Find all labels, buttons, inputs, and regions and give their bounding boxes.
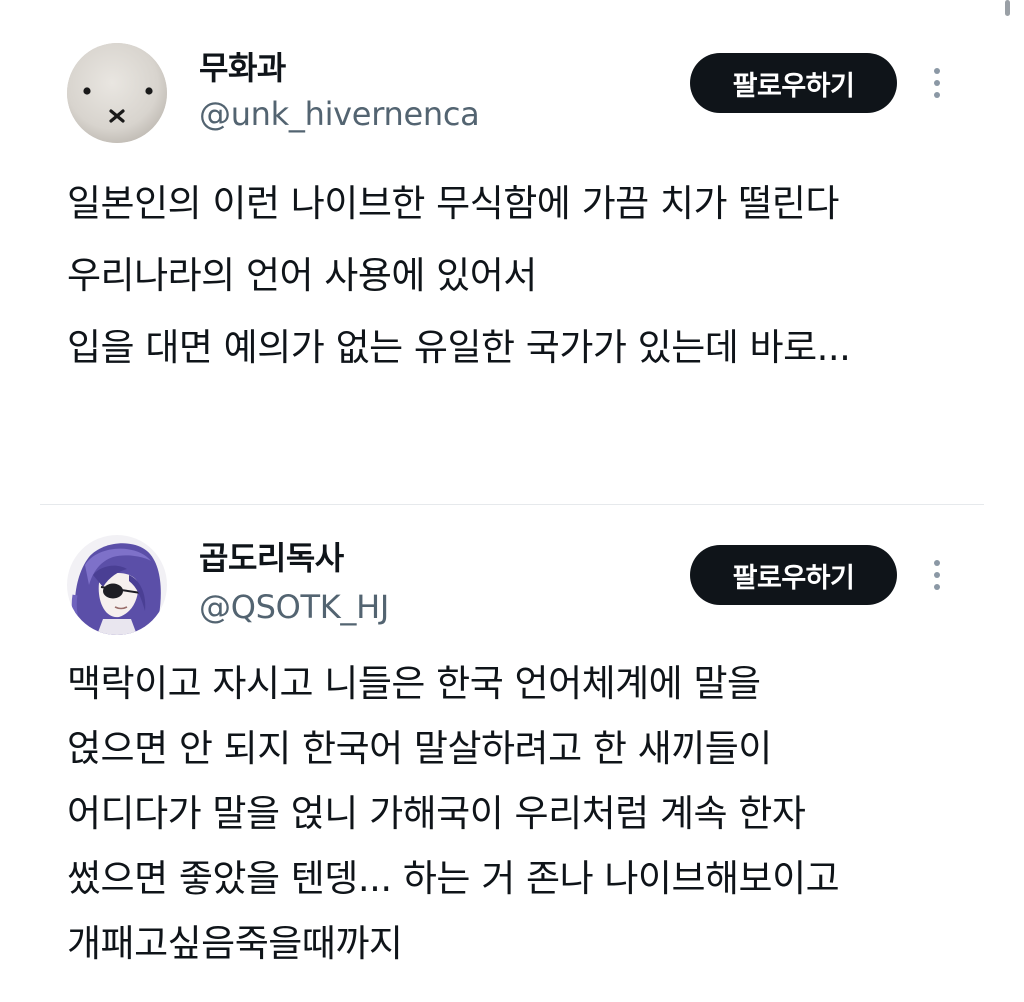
tweet-text-line: 어디다가 말을 얹니 가해국이 우리처럼 계속 한자 <box>67 792 806 835</box>
more-options-button[interactable] <box>922 553 952 597</box>
more-dots-icon <box>934 68 940 74</box>
display-name[interactable]: 곱도리독사 <box>199 538 344 578</box>
anime-character-avatar-icon <box>67 535 167 635</box>
more-options-button[interactable] <box>922 61 952 105</box>
more-dots-icon <box>934 560 940 566</box>
tweet-text: 일본인의 이런 나이브한 무식함에 가끔 치가 떨린다 우리나라의 언어 사용에… <box>67 168 967 384</box>
avatar[interactable] <box>67 535 167 635</box>
more-dots-icon <box>934 584 940 590</box>
more-dots-icon <box>934 80 940 86</box>
more-dots-icon <box>934 92 940 98</box>
tweet-text-line: 얹으면 안 되지 한국어 말살하려고 한 새끼들이 <box>67 727 772 770</box>
user-handle[interactable]: @QSOTK_HJ <box>199 587 389 627</box>
tweet-text-line: 입을 대면 예의가 없는 유일한 국가가 있는데 바로... <box>67 326 851 369</box>
tweet[interactable]: 무화과 @unk_hivernenca 팔로우하기 일본인의 이런 나이브한 무… <box>0 0 1024 505</box>
avatar[interactable] <box>67 43 167 143</box>
tweet-text-line: 맥락이고 자시고 니들은 한국 언어체계에 말을 <box>67 662 761 705</box>
follow-button[interactable]: 팔로우하기 <box>690 53 897 113</box>
more-dots-icon <box>934 572 940 578</box>
follow-button[interactable]: 팔로우하기 <box>690 545 897 605</box>
miffy-face-avatar-icon <box>67 43 167 143</box>
display-name[interactable]: 무화과 <box>199 48 286 88</box>
tweet-text-line: 개패고싶음죽을때까지 <box>67 922 403 965</box>
tweet-text-line: 일본인의 이런 나이브한 무식함에 가끔 치가 떨린다 <box>67 182 839 225</box>
user-handle[interactable]: @unk_hivernenca <box>199 94 480 134</box>
tweet-text-line: 우리나라의 언어 사용에 있어서 <box>67 254 537 297</box>
tweet[interactable]: 곱도리독사 @QSOTK_HJ 팔로우하기 맥락이고 자시고 니들은 한국 언어… <box>0 505 1024 1002</box>
tweet-text-line: 썼으면 좋았을 텐뎅... 하는 거 존나 나이브해보이고 <box>67 857 840 900</box>
tweet-text: 맥락이고 자시고 니들은 한국 언어체계에 말을 얹으면 안 되지 한국어 말살… <box>67 651 967 976</box>
